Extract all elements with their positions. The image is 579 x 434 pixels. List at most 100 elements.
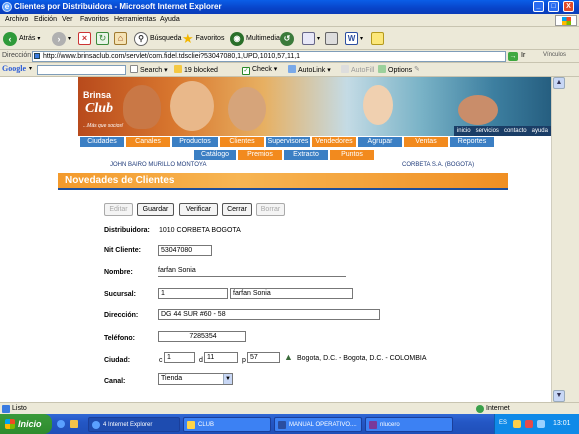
forward-button[interactable]: › ▾ <box>52 30 71 47</box>
google-search-button[interactable]: Search ▾ <box>130 65 168 74</box>
multimedia-label: Multimedia <box>246 35 280 42</box>
tray-icon[interactable] <box>513 420 521 428</box>
task-nlucero[interactable]: nlucero <box>365 417 453 432</box>
task-manual-operativo[interactable]: MANUAL OPERATIVO.... <box>274 417 362 432</box>
banner-photo-person <box>170 81 214 131</box>
link-servicios[interactable]: servicios <box>476 126 499 136</box>
link-inicio[interactable]: inicio <box>457 126 471 136</box>
print-button[interactable] <box>325 30 338 47</box>
search-label: Búsqueda <box>150 35 182 42</box>
ciudad-c-input[interactable]: 1 <box>164 352 195 363</box>
brinsa-club-logo[interactable]: Brinsa Club <box>81 83 117 117</box>
home-button[interactable]: ⌂ <box>114 30 127 47</box>
address-input[interactable]: http://www.brinsaclub.com/servlet/com.fi… <box>32 51 506 62</box>
start-button[interactable]: Inicio <box>0 414 52 434</box>
autofill-label: AutoFill <box>351 67 375 74</box>
logo-slogan: ...Más que socios! <box>83 123 124 129</box>
language-indicator[interactable]: ES <box>499 420 507 426</box>
distribuidora-value: 1010 CORBETA BOGOTA <box>159 227 241 234</box>
favorites-button[interactable]: ★ Favoritos <box>182 30 224 47</box>
menu-archivo[interactable]: Archivo <box>5 16 28 23</box>
task-internet-explorer[interactable]: 4 Internet Explorer <box>88 417 180 432</box>
go-arrow-icon[interactable]: → <box>508 52 518 61</box>
user-name: JOHN BAIRO MURILLO MONTOYA <box>110 162 207 168</box>
autofill-button[interactable]: AutoFill <box>341 65 374 74</box>
link-ayuda[interactable]: ayuda <box>532 126 548 136</box>
link-contacto[interactable]: contacto <box>504 126 527 136</box>
nav-productos[interactable]: Productos <box>172 137 218 147</box>
vertical-scrollbar[interactable]: ▲ ▼ <box>551 77 565 402</box>
canal-select[interactable]: Tienda ▼ <box>158 373 233 385</box>
nav-canales[interactable]: Canales <box>126 137 170 147</box>
direccion-label: Dirección: <box>104 312 139 319</box>
close-button[interactable]: X <box>563 1 574 12</box>
menu-ayuda[interactable]: Ayuda <box>160 16 180 23</box>
refresh-icon: ↻ <box>96 32 109 45</box>
nav-agrupar[interactable]: Agrupar <box>358 137 402 147</box>
ciudad-p-input[interactable]: 57 <box>247 352 280 363</box>
telefono-input[interactable]: 7285354 <box>158 331 246 342</box>
refresh-button[interactable]: ↻ <box>96 30 109 47</box>
menu-ver[interactable]: Ver <box>62 16 73 23</box>
sub-nav: Catálogo Premios Extracto Puntos <box>194 150 376 160</box>
messenger-button[interactable] <box>371 30 384 47</box>
nombre-input[interactable]: farfan Sonia <box>158 266 346 277</box>
google-dropdown-icon[interactable]: ▾ <box>29 65 32 72</box>
google-search-input[interactable] <box>37 65 126 75</box>
scroll-down-icon[interactable]: ▼ <box>553 390 565 402</box>
minimize-button[interactable]: _ <box>533 1 544 12</box>
task-club[interactable]: CLUB <box>183 417 271 432</box>
google-logo[interactable]: Google <box>2 64 26 73</box>
history-button[interactable]: ↺ <box>280 30 294 47</box>
spellcheck-button[interactable]: ✓ Check ▾ <box>242 65 277 75</box>
direccion-input[interactable]: DG 44 SUR #60 - 58 <box>158 309 380 320</box>
maximize-button[interactable]: □ <box>548 1 559 12</box>
tray-network-icon[interactable] <box>537 420 545 428</box>
quicklaunch-ie-icon[interactable] <box>57 420 65 428</box>
highlighter-icon[interactable]: ✎ <box>414 65 420 73</box>
edit-word-button[interactable]: W ▾ <box>345 30 363 47</box>
menu-herramientas[interactable]: Herramientas <box>114 16 156 23</box>
nav-clientes[interactable]: Clientes <box>220 137 264 147</box>
forward-dropdown-icon: ▾ <box>68 36 72 42</box>
links-button[interactable]: Vínculos <box>543 52 566 58</box>
back-button[interactable]: ‹ Atrás ▾ <box>3 30 40 47</box>
popup-blocker-button[interactable]: 19 blocked <box>174 65 218 74</box>
city-lookup-icon[interactable]: ▲ <box>284 352 293 362</box>
ciudad-d-input[interactable]: 11 <box>204 352 238 363</box>
banner-photo-person <box>123 85 161 129</box>
stop-button[interactable]: × <box>78 30 91 47</box>
nav-puntos[interactable]: Puntos <box>330 150 374 160</box>
nav-reportes[interactable]: Reportes <box>450 137 494 147</box>
nav-ventas[interactable]: Ventas <box>404 137 448 147</box>
menu-edicion[interactable]: Edición <box>34 16 57 23</box>
nav-vendedores[interactable]: Vendedores <box>312 137 356 147</box>
search-icon: ⚲ <box>134 31 148 46</box>
close-form-button[interactable]: Cerrar <box>222 203 252 216</box>
scroll-up-icon[interactable]: ▲ <box>553 77 565 89</box>
distribuidora-label: Distribuidora: <box>104 227 150 234</box>
sucursal-name-input[interactable]: farfan Sonia <box>230 288 353 299</box>
nav-ciudades[interactable]: Ciudades <box>80 137 124 147</box>
autolink-button[interactable]: AutoLink ▾ <box>288 65 331 74</box>
verify-button[interactable]: Verificar <box>179 203 218 216</box>
nit-input[interactable]: 53047080 <box>158 245 212 256</box>
search-button[interactable]: ⚲ Búsqueda <box>134 30 182 47</box>
mail-button[interactable]: ▾ <box>302 30 320 47</box>
google-toolbar: Google ▾ Search ▾ 19 blocked ✓ Check ▾ Au… <box>0 63 579 77</box>
quicklaunch-folder-icon[interactable] <box>70 420 78 428</box>
go-button[interactable]: Ir <box>521 52 525 59</box>
multimedia-button[interactable]: ◉ Multimedia <box>230 30 280 47</box>
menu-favoritos[interactable]: Favoritos <box>80 16 109 23</box>
nav-extracto[interactable]: Extracto <box>284 150 328 160</box>
sucursal-code-input[interactable]: 1 <box>158 288 228 299</box>
nav-supervisores[interactable]: Supervisores <box>266 137 310 147</box>
nav-catalogo[interactable]: Catálogo <box>194 150 236 160</box>
options-button[interactable]: Options <box>378 65 412 74</box>
delete-button[interactable]: Borrar <box>256 203 285 216</box>
tray-icon[interactable] <box>525 420 533 428</box>
nav-premios[interactable]: Premios <box>238 150 282 160</box>
save-button[interactable]: Guardar <box>137 203 174 216</box>
page-icon <box>34 53 40 59</box>
edit-button[interactable]: Editar <box>104 203 133 216</box>
